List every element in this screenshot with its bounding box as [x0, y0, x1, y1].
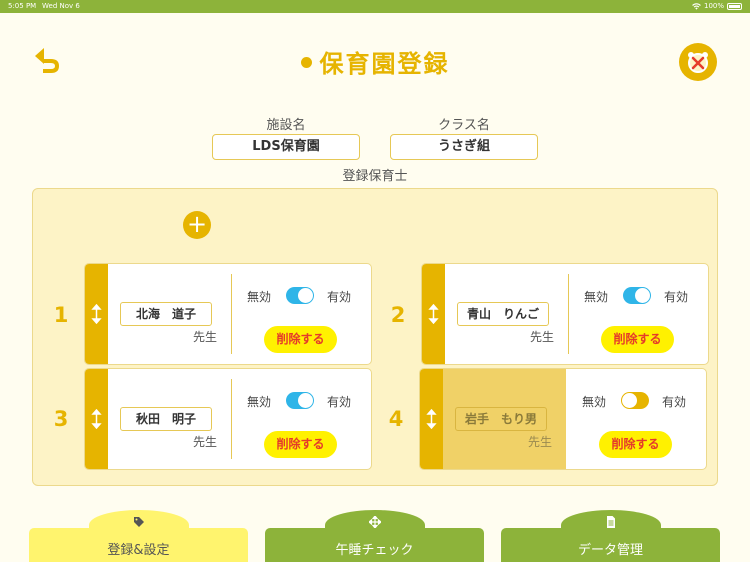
delete-button[interactable]: 削除する: [264, 431, 337, 458]
toggle-knob: [298, 393, 313, 408]
status-time: 5:05 PM: [8, 2, 37, 10]
name-area: 秋田 明子 先生: [108, 369, 231, 469]
toggle-knob: [622, 393, 637, 408]
battery-percent: 100%: [703, 2, 724, 10]
disable-label: 無効: [582, 395, 607, 409]
honorific-label: 先生: [528, 435, 553, 449]
disable-label: 無効: [247, 290, 272, 304]
enable-label: 有効: [327, 290, 352, 304]
row-number: 1: [53, 303, 69, 327]
toggle-knob: [298, 288, 313, 303]
caregiver-card: 北海 道子 先生 無効 有効 削除する: [84, 263, 372, 365]
row-number: 2: [390, 303, 406, 327]
tab-label: 登録&設定: [107, 543, 170, 558]
class-label: クラス名: [438, 118, 490, 133]
drag-arrows-icon: [426, 409, 437, 429]
add-caregiver-button[interactable]: +: [183, 211, 211, 239]
honorific-label: 先生: [530, 330, 555, 344]
enable-toggle[interactable]: [621, 392, 649, 409]
row-number: 4: [388, 407, 404, 431]
enable-label: 有効: [662, 395, 687, 409]
tab-label: 午睡チェック: [335, 543, 414, 558]
title-dot: [300, 56, 312, 68]
tab-data-management[interactable]: データ管理: [501, 510, 720, 562]
document-icon: [607, 516, 615, 528]
caregiver-name-field[interactable]: 北海 道子: [120, 302, 212, 326]
enable-label: 有効: [327, 395, 352, 409]
caregiver-name-field[interactable]: 秋田 明子: [120, 407, 212, 431]
name-area: 青山 りんご 先生: [445, 264, 568, 364]
drag-handle[interactable]: [85, 369, 108, 469]
delete-button[interactable]: 削除する: [264, 326, 337, 353]
drag-arrows-icon: [91, 304, 102, 324]
status-right: 100%: [692, 0, 742, 13]
tab-nap-check[interactable]: 午睡チェック: [265, 510, 484, 562]
disable-label: 無効: [584, 290, 609, 304]
toggle-knob: [635, 288, 650, 303]
disable-label: 無効: [247, 395, 272, 409]
exit-button[interactable]: [679, 43, 717, 81]
wifi-icon: [692, 3, 701, 10]
status-bar: 5:05 PM Wed Nov 6 100%: [0, 0, 750, 13]
tab-registration-settings[interactable]: 登録&設定: [29, 510, 248, 562]
divider: [231, 379, 232, 459]
status-date: Wed Nov 6: [42, 2, 80, 10]
drag-handle[interactable]: [422, 264, 445, 364]
caregiver-card: 青山 りんご 先生 無効 有効 削除する: [421, 263, 709, 365]
honorific-label: 先生: [193, 435, 218, 449]
caregiver-card: 岩手 もり男 先生 無効 有効 削除する: [419, 368, 707, 470]
drag-handle[interactable]: [420, 369, 443, 469]
enable-toggle[interactable]: [286, 287, 314, 304]
tab-label: データ管理: [577, 543, 643, 558]
page-title: 保育園登録: [0, 44, 750, 79]
enable-toggle[interactable]: [623, 287, 651, 304]
delete-button[interactable]: 削除する: [601, 326, 674, 353]
enable-label: 有効: [664, 290, 689, 304]
caregiver-card: 秋田 明子 先生 無効 有効 削除する: [84, 368, 372, 470]
tag-icon: [134, 517, 144, 527]
drag-handle[interactable]: [85, 264, 108, 364]
honorific-label: 先生: [193, 330, 218, 344]
divider: [231, 274, 232, 354]
move-arrows-icon: [369, 516, 381, 528]
class-name-field[interactable]: うさぎ組: [390, 134, 538, 160]
page-title-text: 保育園登録: [319, 50, 450, 78]
battery-icon: [727, 3, 742, 10]
facility-name-field[interactable]: LDS保育園: [212, 134, 360, 160]
drag-arrows-icon: [91, 409, 102, 429]
enable-toggle[interactable]: [286, 392, 314, 409]
name-area: 岩手 もり男 先生: [443, 369, 566, 469]
delete-button[interactable]: 削除する: [599, 431, 672, 458]
facility-label: 施設名: [266, 118, 306, 133]
caregivers-label: 登録保育士: [342, 169, 408, 184]
close-clock-icon: [688, 52, 708, 73]
caregiver-name-field[interactable]: 青山 りんご: [457, 302, 549, 326]
name-area: 北海 道子 先生: [108, 264, 231, 364]
drag-arrows-icon: [428, 304, 439, 324]
row-number: 3: [53, 407, 69, 431]
divider: [568, 274, 569, 354]
caregiver-name-field[interactable]: 岩手 もり男: [455, 407, 547, 431]
